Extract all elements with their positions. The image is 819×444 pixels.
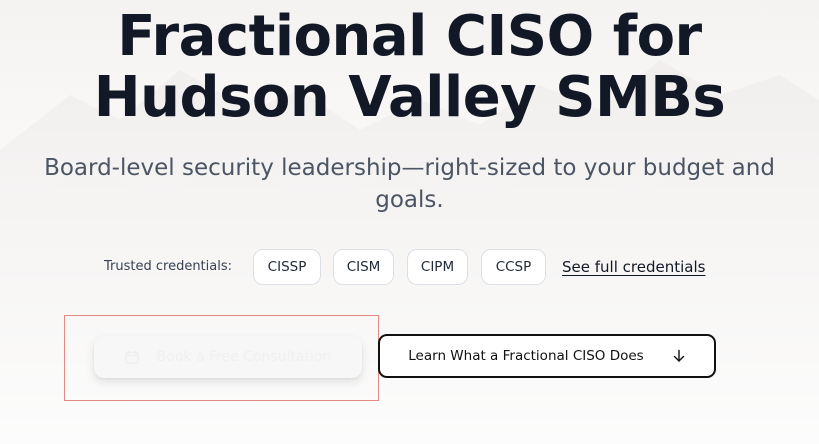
book-consultation-button[interactable]: Book a Free Consultation <box>94 336 362 378</box>
see-full-credentials-link[interactable]: See full credentials <box>562 258 705 276</box>
calendar-icon <box>125 351 139 364</box>
credential-chip-ccsp: CCSP <box>481 249 546 285</box>
credential-chip-cissp: CISSP <box>253 249 321 285</box>
hero-subtitle-line-2: goals. <box>375 187 444 213</box>
hero-subtitle-line-1: Board-level security leadership—right-si… <box>44 155 775 181</box>
hero-title-line-2: Hudson Valley SMBs <box>93 65 726 130</box>
credentials-label: Trusted credentials: <box>104 259 233 274</box>
hero-section: Fractional CISO for Hudson Valley SMBs B… <box>0 0 819 444</box>
credentials-row: Trusted credentials: CISSP CISM CIPM CCS… <box>0 249 819 287</box>
learn-fractional-ciso-button[interactable]: Learn What a Fractional CISO Does <box>378 334 716 378</box>
hero-title-line-1: Fractional CISO for <box>117 4 702 69</box>
book-consultation-label: Book a Free Consultation <box>156 349 332 365</box>
credential-chip-cipm: CIPM <box>407 249 468 285</box>
credential-chip-cism: CISM <box>333 249 394 285</box>
learn-fractional-ciso-label: Learn What a Fractional CISO Does <box>408 348 644 364</box>
arrow-down-icon <box>673 349 684 362</box>
